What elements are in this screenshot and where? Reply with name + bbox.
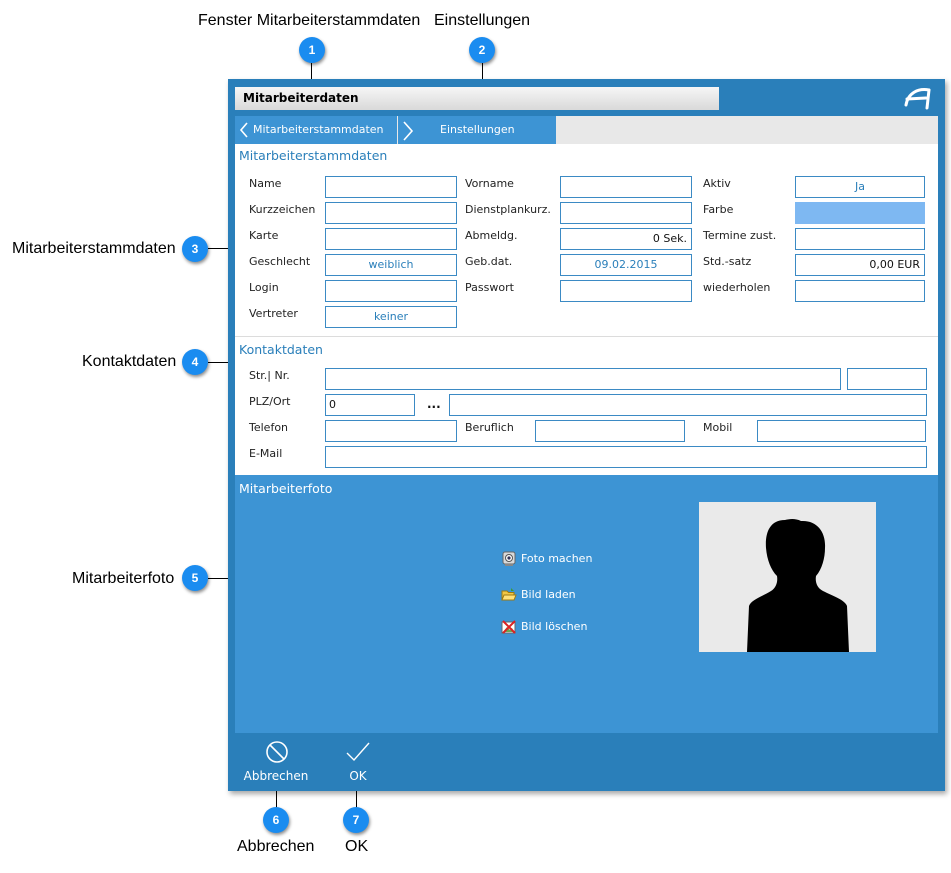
callout-badge-4: 4 [182, 349, 208, 375]
name-field[interactable] [325, 176, 457, 198]
telefon-label: Telefon [249, 421, 289, 434]
login-field[interactable] [325, 280, 457, 302]
name-label: Name [249, 177, 282, 190]
cancel-label: Abbrechen [243, 769, 309, 783]
callout-badge-3: 3 [182, 236, 208, 262]
str-label: Str.| Nr. [249, 369, 290, 382]
stdsatz-field[interactable]: 0,00 EUR [795, 254, 925, 276]
callout-badge-6: 6 [263, 807, 289, 833]
callout-label-5: Mitarbeiterfoto [72, 570, 175, 587]
photo-panel: Mitarbeiterfoto Foto machen Bild laden B… [235, 475, 938, 733]
karte-field[interactable] [325, 228, 457, 250]
delete-image-label: Bild löschen [521, 620, 588, 633]
cancel-circle-icon [266, 741, 288, 763]
load-image-label: Bild laden [521, 588, 576, 601]
city-lookup-button[interactable]: ... [427, 397, 441, 411]
gebdat-date-field[interactable]: 09.02.2015 [560, 254, 692, 276]
callout-label-7: OK [345, 838, 369, 855]
vertreter-label: Vertreter [249, 307, 298, 320]
callout-label-1: Fenster Mitarbeiterstammdaten [198, 12, 421, 29]
aktiv-select[interactable]: Ja [795, 176, 925, 198]
abmeldg-label: Abmeldg. [465, 229, 518, 242]
telefon-field[interactable] [325, 420, 457, 442]
tab-mitarbeiterstammdaten[interactable]: Mitarbeiterstammdaten [235, 116, 397, 144]
callout-badge-2: 2 [469, 37, 495, 63]
geschlecht-label: Geschlecht [249, 255, 311, 268]
tab-label: Einstellungen [440, 123, 515, 136]
window-titlebar: Mitarbeiterdaten [235, 87, 719, 110]
farbe-color-picker[interactable] [795, 202, 925, 224]
vertreter-select[interactable]: keiner [325, 306, 457, 328]
employee-photo [699, 502, 876, 652]
window-title: Mitarbeiterdaten [243, 91, 359, 105]
callout-label-4: Kontaktdaten [82, 353, 177, 370]
folder-open-icon [501, 588, 517, 601]
termine-label: Termine zust. [703, 229, 777, 242]
section-title-stammdaten: Mitarbeiterstammdaten [239, 148, 388, 163]
city-field[interactable] [449, 394, 927, 416]
checkmark-icon [346, 742, 370, 762]
tab-bar: Mitarbeiterstammdaten Einstellungen [235, 116, 938, 144]
form-content: Mitarbeiterstammdaten Name Kurzzeichen K… [235, 144, 938, 475]
chevron-right-icon [403, 121, 414, 141]
tab-label: Mitarbeiterstammdaten [253, 123, 384, 136]
vorname-label: Vorname [465, 177, 514, 190]
chevron-left-icon [239, 122, 248, 138]
image-delete-icon [501, 620, 516, 634]
gebdat-label: Geb.dat. [465, 255, 513, 268]
take-photo-label: Foto machen [521, 552, 593, 565]
ok-label: OK [349, 769, 367, 783]
cancel-button[interactable]: Abbrechen [240, 739, 312, 785]
passwort-field[interactable] [560, 280, 692, 302]
geschlecht-select[interactable]: weiblich [325, 254, 457, 276]
plz-label: PLZ/Ort [249, 395, 291, 408]
camera-icon [502, 551, 516, 566]
callout-label-2: Einstellungen [434, 12, 531, 29]
vorname-field[interactable] [560, 176, 692, 198]
employee-data-window: Mitarbeiterdaten Mitarbeiterstammdaten E… [228, 79, 945, 791]
farbe-label: Farbe [703, 203, 734, 216]
house-number-field[interactable] [847, 368, 927, 390]
kurzzeichen-field[interactable] [325, 202, 457, 224]
street-field[interactable] [325, 368, 841, 390]
section-title-foto: Mitarbeiterfoto [239, 481, 333, 496]
person-silhouette-icon [747, 519, 849, 652]
beruflich-field[interactable] [535, 420, 685, 442]
karte-label: Karte [249, 229, 279, 242]
callout-badge-5: 5 [182, 565, 208, 591]
dienstplankurz-label: Dienstplankurz. [465, 203, 551, 216]
passwort-label: Passwort [465, 281, 514, 294]
abmeldg-field[interactable]: 0 Sek. [560, 228, 692, 250]
termine-field[interactable] [795, 228, 925, 250]
callout-label-3: Mitarbeiterstammdaten [12, 240, 176, 257]
beruflich-label: Beruflich [465, 421, 514, 434]
login-label: Login [249, 281, 279, 294]
mobil-label: Mobil [703, 421, 733, 434]
email-field[interactable] [325, 446, 927, 468]
zip-field[interactable]: 0 [325, 394, 415, 416]
callout-badge-1: 1 [299, 37, 325, 63]
wiederholen-label: wiederholen [703, 281, 771, 294]
aktiv-label: Aktiv [703, 177, 731, 190]
callout-badge-7: 7 [343, 807, 369, 833]
tab-einstellungen[interactable]: Einstellungen [398, 116, 556, 144]
wiederholen-field[interactable] [795, 280, 925, 302]
stdsatz-label: Std.-satz [703, 255, 752, 268]
app-logo-icon [904, 88, 931, 110]
callout-label-6: Abbrechen [237, 838, 315, 855]
section-title-kontaktdaten: Kontaktdaten [239, 342, 323, 357]
section-divider [235, 336, 938, 337]
dienstplankurz-field[interactable] [560, 202, 692, 224]
ok-button[interactable]: OK [338, 739, 378, 785]
mobil-field[interactable] [757, 420, 926, 442]
email-label: E-Mail [249, 447, 283, 460]
kurzzeichen-label: Kurzzeichen [249, 203, 316, 216]
